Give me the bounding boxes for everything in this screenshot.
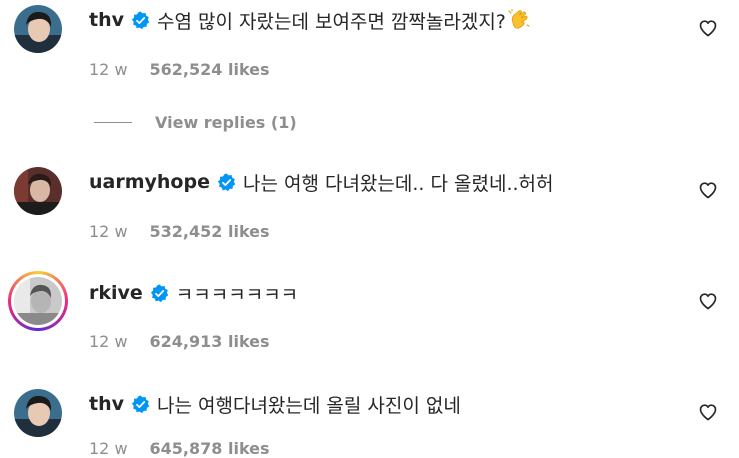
- avatar-story-ring[interactable]: [8, 271, 68, 331]
- heart-icon[interactable]: [698, 402, 718, 422]
- avatar-ring-gap: [11, 274, 65, 328]
- heart-icon[interactable]: [698, 180, 718, 200]
- comment-age[interactable]: 12 w: [89, 332, 128, 351]
- avatar: [14, 277, 62, 325]
- replies-divider: [94, 121, 132, 123]
- comment-age[interactable]: 12 w: [89, 439, 128, 458]
- comment-text: 수염 많이 자랐는데 보여주면 깜짝놀라겠지?: [157, 10, 506, 33]
- heart-icon[interactable]: [698, 18, 718, 38]
- comment-line: rkive ㅋㅋㅋㅋㅋㅋㅋ: [89, 279, 298, 307]
- likes-count[interactable]: 562,524 likes: [150, 60, 270, 79]
- comment-text: ㅋㅋㅋㅋㅋㅋㅋ: [175, 283, 299, 306]
- comment-age[interactable]: 12 w: [89, 222, 128, 241]
- username-link[interactable]: rkive: [89, 282, 143, 304]
- avatar[interactable]: [14, 389, 62, 437]
- verified-badge-icon: [131, 394, 150, 414]
- verified-badge-icon: [131, 10, 150, 30]
- comment-meta: 12 w 645,878 likes: [89, 438, 270, 458]
- comment-text: 나는 여행다녀왔는데 올릴 사진이 없네: [157, 394, 461, 417]
- clapping-hands-icon: [508, 9, 530, 31]
- comment-text: 나는 여행 다녀왔는데.. 다 올렸네..허허: [242, 172, 554, 195]
- verified-badge-icon: [150, 283, 169, 303]
- heart-icon[interactable]: [698, 291, 718, 311]
- username-link[interactable]: uarmyhope: [89, 171, 210, 193]
- username-link[interactable]: thv: [89, 393, 124, 415]
- comment-line: thv 수염 많이 자랐는데 보여주면 깜짝놀라겠지?: [89, 6, 530, 34]
- verified-badge-icon: [217, 172, 236, 192]
- username-link[interactable]: thv: [89, 9, 124, 31]
- comment-line: thv 나는 여행다녀왔는데 올릴 사진이 없네: [89, 390, 461, 418]
- likes-count[interactable]: 624,913 likes: [150, 332, 270, 351]
- comment-meta: 12 w 562,524 likes: [89, 59, 270, 79]
- comment-meta: 12 w 624,913 likes: [89, 331, 270, 351]
- comment-meta: 12 w 532,452 likes: [89, 221, 270, 241]
- view-replies-label[interactable]: View replies (1): [155, 113, 297, 132]
- avatar[interactable]: [14, 5, 62, 53]
- likes-count[interactable]: 532,452 likes: [150, 222, 270, 241]
- comment-age[interactable]: 12 w: [89, 60, 128, 79]
- comment-line: uarmyhope 나는 여행 다녀왔는데.. 다 올렸네..허허: [89, 168, 554, 196]
- likes-count[interactable]: 645,878 likes: [150, 439, 270, 458]
- avatar[interactable]: [14, 167, 62, 215]
- view-replies[interactable]: View replies (1): [94, 112, 297, 132]
